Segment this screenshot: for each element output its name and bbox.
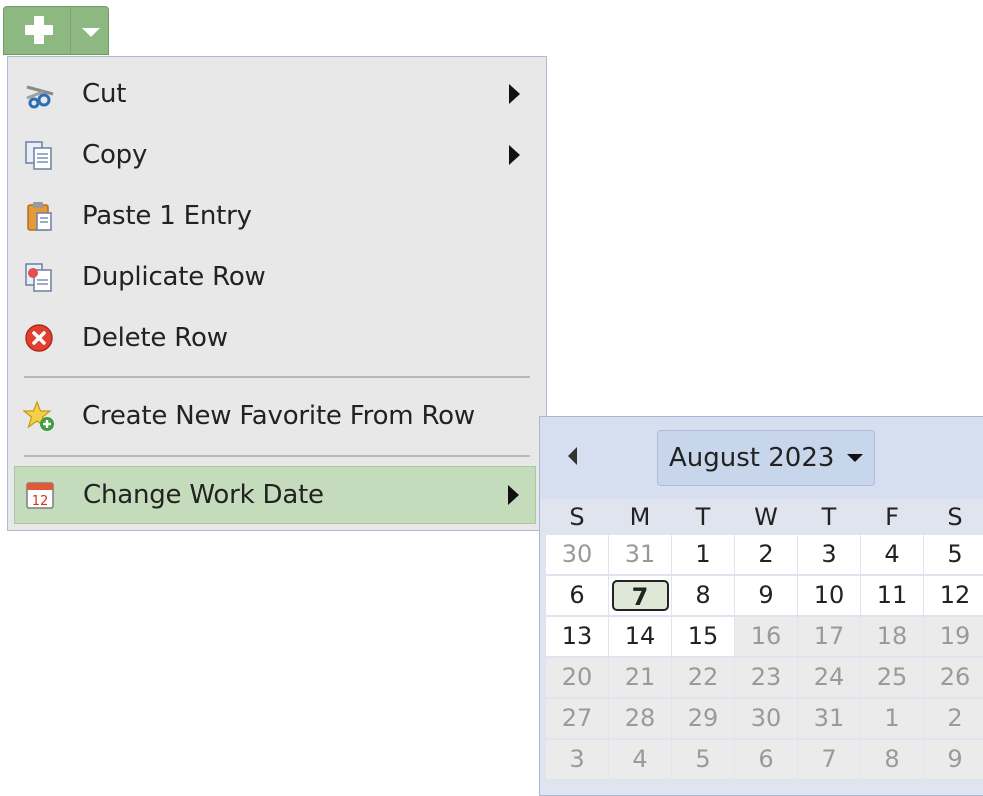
date-cell: 29 <box>672 699 734 738</box>
context-menu: Cut Copy Paste 1 Entry Duplicate Row Del… <box>7 56 547 531</box>
weekday-label: T <box>821 503 837 531</box>
date-cell[interactable]: 15 <box>672 617 734 656</box>
date-cell[interactable]: 12 <box>924 576 983 615</box>
delete-icon <box>23 322 55 354</box>
submenu-arrow-icon <box>509 84 520 104</box>
date-cell: 28 <box>609 699 671 738</box>
menu-item-change-work-date[interactable]: 12 Change Work Date <box>14 466 536 524</box>
date-cell: 27 <box>546 699 608 738</box>
date-cell: 2 <box>924 699 983 738</box>
date-cell: 19 <box>924 617 983 656</box>
date-cell: 30 <box>735 699 797 738</box>
menu-item-paste[interactable]: Paste 1 Entry <box>14 187 536 245</box>
date-cell: 9 <box>924 740 983 779</box>
menu-item-copy[interactable]: Copy <box>14 126 536 184</box>
menu-separator <box>24 376 530 378</box>
date-cell[interactable]: 30 <box>546 535 608 574</box>
date-cell[interactable]: 14 <box>609 617 671 656</box>
date-cell[interactable]: 31 <box>609 535 671 574</box>
date-cell: 26 <box>924 658 983 697</box>
date-cell[interactable]: 6 <box>546 576 608 615</box>
date-cell[interactable]: 9 <box>735 576 797 615</box>
date-cell[interactable]: 8 <box>672 576 734 615</box>
calendar-icon: 12 <box>24 479 56 511</box>
date-cell[interactable]: 11 <box>861 576 923 615</box>
menu-item-label: Create New Favorite From Row <box>82 401 475 431</box>
date-cell: 4 <box>609 740 671 779</box>
add-button[interactable] <box>4 7 71 54</box>
date-cell: 6 <box>735 740 797 779</box>
submenu-arrow-icon <box>508 485 519 505</box>
month-label: August 2023 <box>669 443 835 473</box>
date-cell: 24 <box>798 658 860 697</box>
weekday-label: W <box>754 503 778 531</box>
date-cell: 18 <box>861 617 923 656</box>
duplicate-icon <box>23 261 55 293</box>
menu-item-duplicate-row[interactable]: Duplicate Row <box>14 248 536 306</box>
menu-item-label: Cut <box>82 79 127 109</box>
menu-item-label: Duplicate Row <box>82 262 266 292</box>
date-cell: 16 <box>735 617 797 656</box>
menu-separator <box>24 455 530 457</box>
clipboard-icon <box>23 200 55 232</box>
date-cell[interactable]: 1 <box>672 535 734 574</box>
date-cell: 25 <box>861 658 923 697</box>
menu-item-label: Delete Row <box>82 323 228 353</box>
menu-item-label: Change Work Date <box>83 480 324 510</box>
copy-icon <box>23 139 55 171</box>
selected-date-cell[interactable]: 7 <box>609 576 671 615</box>
caret-down-icon <box>82 28 100 37</box>
date-cell[interactable]: 5 <box>924 535 983 574</box>
weekday-label: F <box>885 503 899 531</box>
add-dropdown-button[interactable] <box>71 7 108 54</box>
month-select[interactable]: August 2023 <box>657 430 875 486</box>
add-split-button[interactable] <box>3 6 109 55</box>
date-cell: 22 <box>672 658 734 697</box>
date-cell: 8 <box>861 740 923 779</box>
scissors-icon <box>23 78 55 110</box>
date-cell[interactable]: 4 <box>861 535 923 574</box>
favorite-star-add-icon <box>23 400 55 432</box>
date-cell[interactable]: 2 <box>735 535 797 574</box>
date-picker: August 2023 SMTWTFS 30 31 1 2 3 4 5 6 7 8 9 10 11 12 1… <box>539 416 983 796</box>
date-cell: 21 <box>609 658 671 697</box>
date-cell: 31 <box>798 699 860 738</box>
date-cell: 3 <box>546 740 608 779</box>
submenu-arrow-icon <box>509 145 520 165</box>
caret-down-icon <box>847 454 864 462</box>
date-cell: 20 <box>546 658 608 697</box>
menu-item-label: Paste 1 Entry <box>82 201 252 231</box>
menu-item-create-favorite[interactable]: Create New Favorite From Row <box>14 387 536 445</box>
date-cell: 7 <box>798 740 860 779</box>
svg-text:12: 12 <box>32 494 49 509</box>
weekday-label: S <box>569 503 585 531</box>
menu-item-delete-row[interactable]: Delete Row <box>14 309 536 367</box>
date-cell[interactable]: 3 <box>798 535 860 574</box>
menu-item-cut[interactable]: Cut <box>14 65 536 123</box>
selected-date-label: 7 <box>611 580 669 611</box>
weekday-label: M <box>629 503 651 531</box>
calendar-header: August 2023 <box>540 417 983 499</box>
date-cell: 17 <box>798 617 860 656</box>
weekday-header-row: SMTWTFS <box>540 499 983 535</box>
date-cell: 1 <box>861 699 923 738</box>
date-cell: 5 <box>672 740 734 779</box>
date-cell: 23 <box>735 658 797 697</box>
previous-month-icon[interactable] <box>568 447 577 465</box>
weekday-label: S <box>947 503 963 531</box>
weekday-label: T <box>695 503 711 531</box>
date-cell[interactable]: 13 <box>546 617 608 656</box>
menu-item-label: Copy <box>82 140 148 170</box>
date-cell[interactable]: 10 <box>798 576 860 615</box>
